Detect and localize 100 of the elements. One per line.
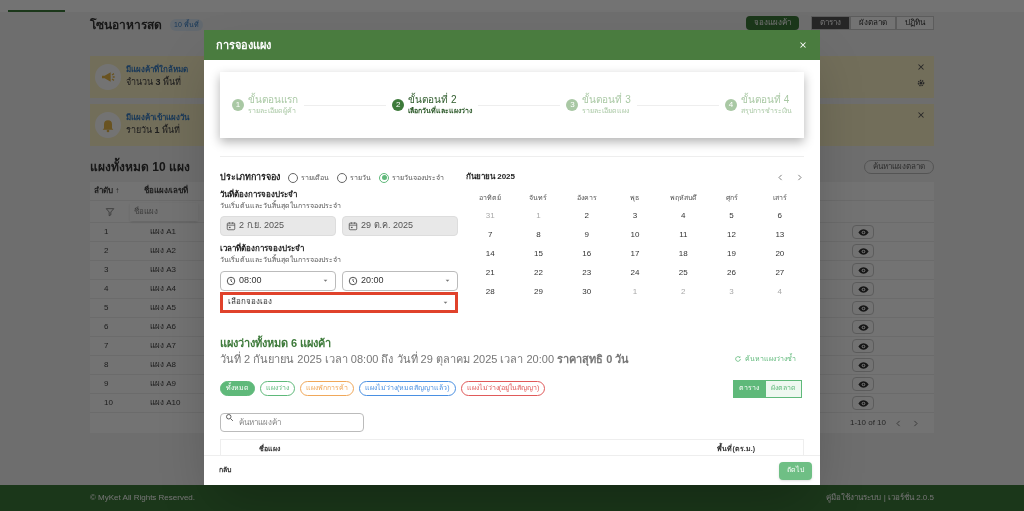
eye-icon (857, 378, 869, 390)
table-cell-text: 4 (103, 283, 110, 295)
column-header: ชื่อแผง/เลขที่ (143, 185, 190, 197)
view-button[interactable] (852, 377, 874, 391)
calendar-month: กันยายน 2025 (466, 171, 516, 183)
table-cell-text: 8 (103, 359, 110, 371)
calendar-day[interactable]: 6 (755, 206, 804, 225)
copyright-text: © MyKet All Rights Reserved. (90, 492, 196, 504)
booking-mode-select[interactable]: เลือกจองเอง (220, 291, 458, 313)
view-button[interactable] (852, 225, 874, 239)
calendar-day[interactable]: 2 (562, 206, 611, 225)
calendar-day[interactable]: 19 (707, 244, 756, 263)
table-cell-text: 2 (103, 245, 110, 257)
table-cell-text: แผง A4 (149, 283, 177, 295)
calendar-day[interactable]: 7 (466, 225, 515, 244)
eye-icon (857, 283, 869, 295)
calendar-day[interactable]: 14 (466, 244, 515, 263)
field-label: วันที่ต้องการจองประจำ (220, 188, 298, 200)
calendar-day[interactable]: 21 (466, 263, 515, 282)
calendar-day[interactable]: 15 (514, 244, 563, 263)
calendar-day[interactable]: 20 (755, 244, 804, 263)
clock-icon (226, 275, 236, 286)
calendar-day[interactable]: 9 (562, 225, 611, 244)
table-cell-text: 3 (103, 264, 110, 276)
view-button[interactable] (852, 282, 874, 296)
view-tab[interactable]: ปฏิทิน (896, 16, 934, 30)
table-cell-text: แผง A10 (149, 397, 182, 409)
calendar-day[interactable]: 8 (514, 225, 563, 244)
table-cell-text: แผง A9 (149, 378, 177, 390)
page-title: โซนอาหารสด (90, 17, 162, 34)
banner-text: จำนวน 3 พื้นที่ (126, 76, 183, 90)
calendar-day[interactable]: 12 (707, 225, 756, 244)
close-button[interactable] (798, 40, 808, 50)
calendar-day[interactable]: 30 (562, 282, 611, 301)
view-button[interactable] (852, 244, 874, 258)
eye-icon (857, 302, 869, 314)
search-field[interactable]: ค้นหาแผงค้า (220, 412, 364, 432)
close-icon (916, 110, 926, 120)
calendar-day[interactable]: 4 (659, 206, 708, 225)
view-button[interactable] (852, 301, 874, 315)
calendar-day[interactable]: 28 (466, 282, 515, 301)
view-button[interactable] (852, 396, 874, 410)
step-number: 1 (232, 99, 244, 111)
pagination-text: 1-10 of 10 (849, 417, 886, 429)
field-label: เวลาที่ต้องการจองประจำ (220, 243, 305, 254)
calendar-day[interactable]: 10 (610, 225, 660, 244)
calendar-day[interactable]: 24 (610, 263, 660, 282)
calendar-day[interactable]: 29 (514, 282, 563, 301)
table-cell-text: แผง A8 (149, 359, 177, 371)
eye-icon (857, 245, 869, 257)
eye-icon (857, 321, 869, 333)
eye-icon (857, 226, 869, 238)
table-cell-text: แผง A1 (149, 226, 177, 238)
chevron-left-icon (776, 172, 785, 182)
calendar-day[interactable]: 16 (562, 244, 611, 263)
settings-icon (916, 78, 926, 88)
time-select[interactable]: 08:00 (220, 270, 336, 291)
view-button[interactable] (852, 358, 874, 372)
table-cell-text: แผง A5 (149, 302, 177, 314)
table-cell-text: แผง A6 (149, 321, 177, 333)
view-button[interactable] (852, 320, 874, 334)
view-button[interactable] (852, 339, 874, 353)
calendar-day[interactable]: 3 (610, 206, 660, 225)
calendar-day[interactable]: 25 (659, 263, 708, 282)
calendar-day[interactable]: 27 (755, 263, 804, 282)
time-select[interactable]: 20:00 (342, 270, 458, 291)
clock-icon (348, 275, 358, 286)
footer-links: คู่มือใช้งานระบบ | เวอร์ชั่น 2.0.5 (826, 492, 934, 504)
step-title: ขั้นตอนที่ 4 (741, 94, 791, 107)
date-field[interactable]: 29 ต.ค. 2025 (342, 216, 458, 236)
step-number: 3 (566, 99, 579, 111)
results-summary: วันที่ 2 กันยายน 2025 เวลา 08:00 ถึง วันที่ 29 ตุลาคม 2025 เวลา 20:00 ราคาสุทธิ 0 วัน (220, 351, 630, 368)
calendar-day[interactable]: 18 (659, 244, 708, 263)
view-button[interactable] (852, 263, 874, 277)
eye-icon (857, 264, 869, 276)
chevron-right-icon (911, 418, 920, 428)
eye-icon (857, 397, 869, 409)
calendar-day[interactable]: 17 (610, 244, 660, 263)
filter-icon (105, 206, 115, 217)
calendar-day[interactable]: 11 (659, 225, 708, 244)
close-icon (916, 62, 926, 72)
calendar-day[interactable]: 26 (707, 263, 756, 282)
table-cell-text: 10 (103, 397, 114, 409)
table-cell-text: 5 (103, 302, 110, 314)
column-header: ลำดับ ↑ (93, 185, 121, 197)
banner-title: มีแผงค้าที่ใกล้หมด (126, 64, 188, 76)
calendar-day[interactable]: 22 (514, 263, 563, 282)
banner-text: รายวัน 1 พื้นที่ (126, 124, 182, 138)
calendar-icon (226, 221, 236, 231)
calendar-day[interactable]: 23 (562, 263, 611, 282)
view-tab[interactable]: ผังตลาด (850, 16, 896, 30)
table-cell-text: แผง A3 (149, 264, 177, 276)
step-title: ขั้นตอนแรก (248, 94, 298, 107)
step-number: 4 (725, 99, 737, 111)
calendar-day[interactable]: 5 (707, 206, 756, 225)
search-icon (225, 412, 234, 422)
megaphone-icon (100, 69, 116, 85)
calendar-day[interactable]: 13 (755, 225, 804, 244)
table-cell-text: 7 (103, 340, 110, 352)
date-field[interactable]: 2 ก.ย. 2025 (220, 216, 336, 236)
